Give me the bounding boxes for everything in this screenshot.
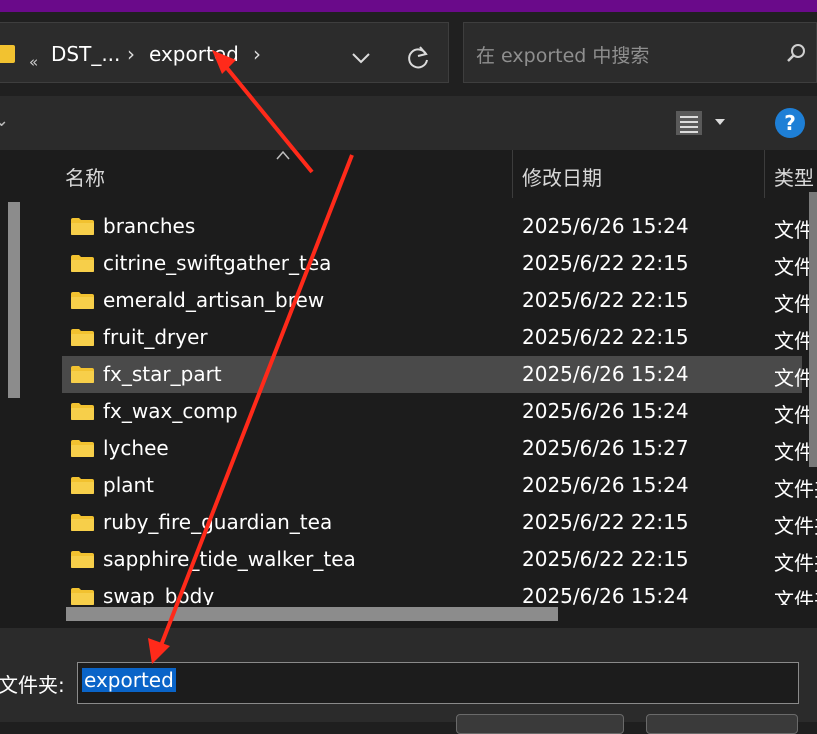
help-icon[interactable]: ? — [775, 108, 805, 138]
column-header-date[interactable]: 修改日期 — [522, 162, 602, 191]
file-name[interactable]: lychee — [103, 436, 169, 460]
column-divider[interactable] — [512, 150, 513, 198]
breadcrumb-item-root[interactable]: DST_... — [51, 42, 120, 66]
search-placeholder: 在 exported 中搜索 — [476, 45, 650, 67]
folder-icon — [71, 218, 94, 235]
breadcrumb-item-current[interactable]: exported — [149, 42, 239, 66]
file-row[interactable]: fx_star_part2025/6/26 15:24文件夹 — [62, 356, 817, 393]
file-name[interactable]: fx_wax_comp — [103, 399, 238, 423]
folder-icon — [71, 440, 94, 457]
cancel-button[interactable] — [646, 714, 798, 734]
file-type: 文件夹 — [774, 514, 817, 538]
folder-icon — [71, 403, 94, 420]
breadcrumb-chevron-icon[interactable]: › — [253, 42, 261, 66]
dialog-footer: 文件夹: exported — [0, 628, 817, 734]
address-dropdown-icon[interactable] — [347, 47, 375, 69]
toolbar-overflow-icon[interactable]: ⌄ — [0, 110, 9, 131]
file-name[interactable]: sapphire_tide_walker_tea — [103, 547, 356, 571]
folder-icon — [71, 255, 94, 272]
navigation-pane[interactable] — [0, 150, 34, 628]
file-date-modified: 2025/6/22 22:15 — [522, 251, 689, 275]
folder-name-input[interactable]: exported — [77, 662, 799, 704]
horizontal-scrollbar[interactable] — [66, 607, 558, 621]
address-bar[interactable]: « DST_... › exported › — [0, 22, 449, 83]
file-name[interactable]: plant — [103, 473, 154, 497]
file-row[interactable]: branches2025/6/26 15:24文件夹 — [62, 208, 817, 245]
file-row[interactable]: sapphire_tide_walker_tea 2025/6/22 22:15 文… — [62, 541, 817, 578]
breadcrumb-chevron-icon[interactable]: › — [127, 42, 135, 66]
search-icon[interactable] — [786, 43, 806, 63]
column-header-row: 名称 修改日期 类型 — [34, 150, 817, 198]
file-date-modified: 2025/6/26 15:24 — [522, 473, 689, 497]
toolbar: ⌄ ? — [0, 96, 817, 150]
column-header-name[interactable]: 名称 — [65, 162, 105, 191]
view-dropdown-icon[interactable] — [714, 118, 726, 126]
select-folder-button[interactable] — [456, 714, 624, 734]
file-row[interactable]: fruit_dryer2025/6/22 22:15文件夹 — [62, 319, 817, 356]
file-row[interactable]: emerald_artisan_brew2025/6/22 22:15文件夹 — [62, 282, 817, 319]
address-row: « DST_... › exported › 在 exported 中搜索 — [0, 12, 817, 96]
file-date-modified: 2025/6/26 15:24 — [522, 214, 689, 238]
navigation-scrollbar[interactable] — [8, 202, 20, 398]
file-name[interactable]: branches — [103, 214, 195, 238]
file-date-modified: 2025/6/22 22:15 — [522, 547, 689, 571]
column-header-type[interactable]: 类型 — [774, 162, 814, 191]
file-name[interactable]: ruby_fire_guardian_tea — [103, 510, 332, 534]
folder-icon — [71, 514, 94, 531]
file-name[interactable]: emerald_artisan_brew — [103, 288, 324, 312]
folder-name-value[interactable]: exported — [82, 668, 176, 692]
file-type: 文件夹 — [774, 477, 817, 501]
search-input[interactable]: 在 exported 中搜索 — [463, 22, 817, 83]
file-row[interactable]: fx_wax_comp2025/6/26 15:24文件夹 — [62, 393, 817, 430]
file-name[interactable]: fruit_dryer — [103, 325, 208, 349]
file-list: 名称 修改日期 类型 branches 2025/6/26 15:24 文件夹 cit… — [34, 150, 817, 628]
details-view-icon[interactable] — [672, 108, 706, 138]
address-folder-icon — [0, 45, 15, 63]
file-type: 文件夹 — [774, 551, 817, 575]
file-row[interactable]: plant 2025/6/26 15:24 文件夹 — [62, 467, 817, 504]
window-top-accent — [0, 0, 817, 12]
column-divider[interactable] — [764, 150, 765, 198]
folder-icon — [71, 366, 94, 383]
file-row[interactable]: lychee2025/6/26 15:27文件夹 — [62, 430, 817, 467]
file-date-modified: 2025/6/26 15:24 — [522, 362, 689, 386]
file-date-modified: 2025/6/22 22:15 — [522, 325, 689, 349]
folder-icon — [71, 588, 94, 605]
folder-icon — [71, 329, 94, 346]
file-date-modified: 2025/6/26 15:24 — [522, 399, 689, 423]
folder-field-label: 文件夹: — [0, 673, 65, 697]
file-date-modified: 2025/6/22 22:15 — [522, 288, 689, 312]
file-row[interactable]: ruby_fire_guardian_tea 2025/6/22 22:15 文件夹 — [62, 504, 817, 541]
folder-icon — [71, 551, 94, 568]
folder-icon — [71, 477, 94, 494]
folder-icon — [71, 292, 94, 309]
vertical-scrollbar[interactable] — [809, 192, 817, 467]
file-name[interactable]: fx_star_part — [103, 362, 222, 386]
file-date-modified: 2025/6/26 15:27 — [522, 436, 689, 460]
breadcrumb-overflow-icon[interactable]: « — [29, 53, 38, 71]
sort-ascending-icon — [276, 150, 290, 160]
file-name[interactable]: citrine_swiftgather_tea — [103, 251, 331, 275]
refresh-icon[interactable] — [403, 43, 433, 73]
file-date-modified: 2025/6/22 22:15 — [522, 510, 689, 534]
file-row[interactable]: citrine_swiftgather_tea 2025/6/22 22:15 文件… — [62, 245, 817, 282]
